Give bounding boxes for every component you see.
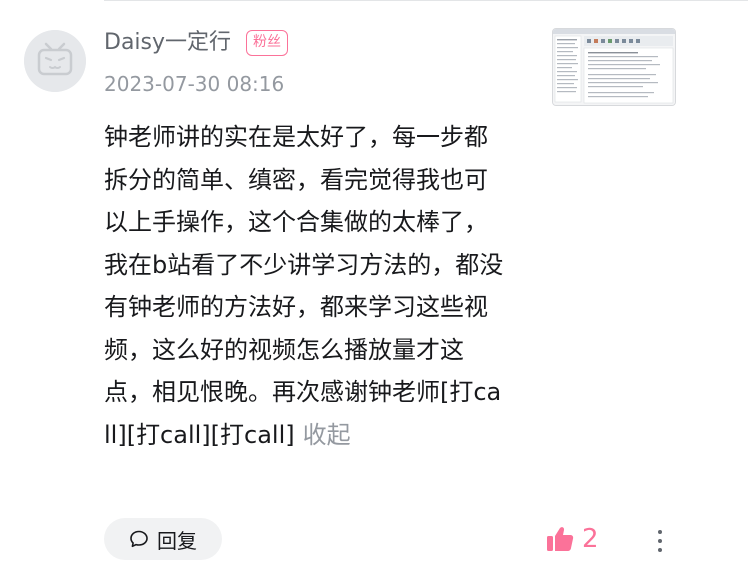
reply-label: 回复 bbox=[157, 528, 197, 553]
comment-timestamp: 2023-07-30 08:16 bbox=[104, 72, 285, 96]
vertical-dots-icon bbox=[658, 539, 662, 543]
vertical-dots-icon bbox=[658, 530, 662, 534]
thumbs-up-icon bbox=[547, 527, 574, 551]
comment-username[interactable]: Daisy一定行 bbox=[104, 28, 231, 58]
comment-body-text: 钟老师讲的实在是太好了，每一步都拆分的简单、缜密，看完觉得我也可以上手操作，这个… bbox=[104, 123, 504, 449]
chat-bubble-icon bbox=[130, 530, 148, 548]
like-button[interactable]: 2 bbox=[546, 522, 599, 556]
more-options-button[interactable] bbox=[648, 526, 672, 556]
like-count: 2 bbox=[582, 524, 599, 554]
document-preview-image bbox=[553, 29, 675, 105]
top-divider bbox=[104, 0, 748, 1]
comment-content: 钟老师讲的实在是太好了，每一步都拆分的简单、缜密，看完觉得我也可以上手操作，这个… bbox=[104, 116, 504, 456]
fan-badge: 粉丝 bbox=[246, 30, 288, 56]
user-avatar[interactable] bbox=[24, 30, 86, 92]
collapse-link[interactable]: 收起 bbox=[303, 421, 351, 449]
vertical-dots-icon bbox=[658, 548, 662, 552]
attached-screenshot-thumbnail[interactable] bbox=[552, 28, 676, 106]
bilibili-tv-avatar-icon bbox=[24, 30, 86, 92]
reply-button[interactable]: 回复 bbox=[104, 518, 222, 560]
